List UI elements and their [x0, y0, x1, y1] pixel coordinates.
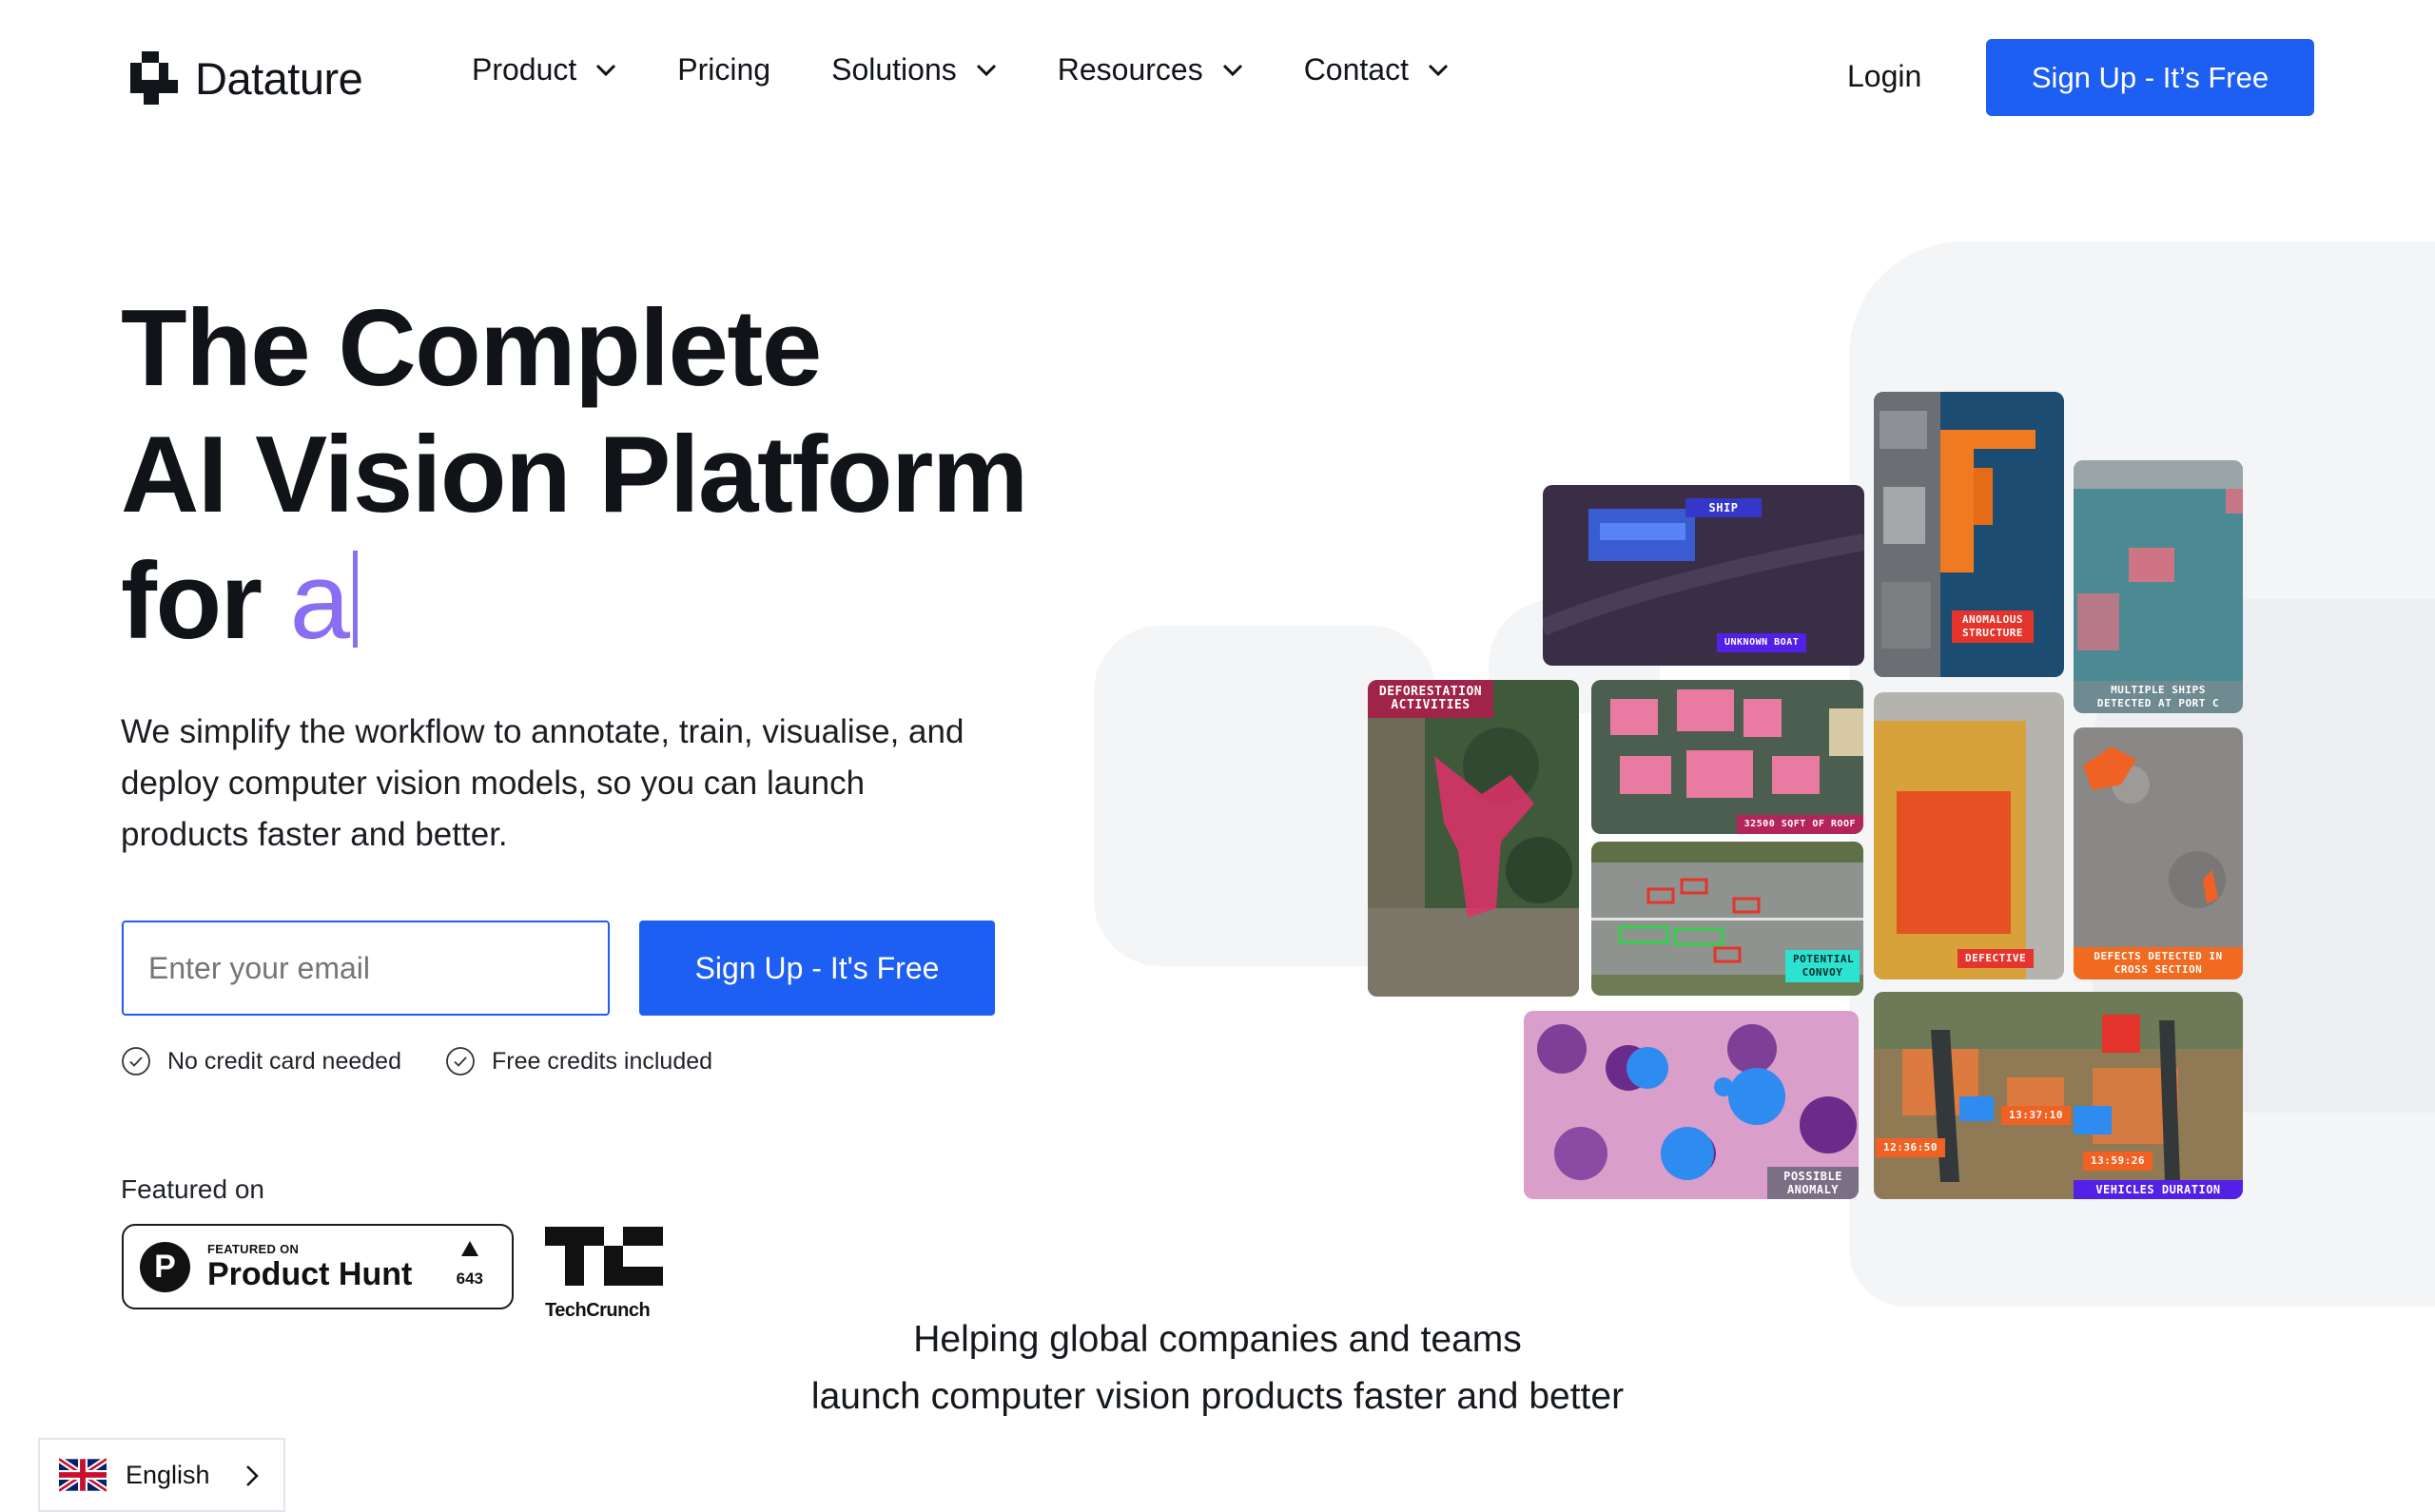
- tile-multiple-ships: MULTIPLE SHIPS DETECTED AT PORT C: [2074, 460, 2243, 713]
- hero-subtitle: We simplify the workflow to annotate, tr…: [121, 713, 964, 853]
- nav-solutions[interactable]: Solutions: [831, 52, 997, 87]
- product-hunt-text: FEATURED ON Product Hunt: [207, 1242, 412, 1292]
- ships-port-image: [2074, 460, 2243, 713]
- hero-title-line-2: AI Vision Platform: [121, 415, 1028, 535]
- chevron-down-icon: [1428, 64, 1449, 76]
- language-selector[interactable]: English: [38, 1438, 285, 1512]
- helping-line-2: launch computer vision products faster a…: [810, 1376, 1625, 1417]
- tactile-paving-image: [1874, 692, 2064, 979]
- helping-text: Helping global companies and teams launc…: [666, 1311, 1769, 1425]
- brand-logo[interactable]: Datature: [121, 48, 363, 108]
- chevron-down-icon: [596, 64, 616, 76]
- vote-count: 643: [456, 1270, 483, 1288]
- hero-signup-button[interactable]: Sign Up - It's Free: [639, 921, 995, 1016]
- typed-text: a: [289, 541, 350, 662]
- nav-contact-label: Contact: [1303, 52, 1409, 87]
- main-nav: Product Pricing Solutions Resources Cont…: [472, 52, 1449, 87]
- nav-contact[interactable]: Contact: [1304, 52, 1449, 87]
- tag-defects-cross-section: DEFECTS DETECTED IN CROSS SECTION: [2074, 947, 2243, 979]
- chevron-down-icon: [976, 64, 996, 76]
- tile-construction: 13:37:10 12:36:50 13:59:26 VEHICLES DURA…: [1874, 992, 2243, 1199]
- tile-ship-detection: SHIP UNKNOWN BOAT: [1543, 485, 1864, 666]
- hero-title-line-3: for a: [121, 538, 1027, 665]
- nav-product[interactable]: Product: [472, 52, 616, 87]
- tag-possible-anomaly: POSSIBLE ANOMALY: [1767, 1167, 1859, 1199]
- hero-title-line-1: The Complete: [121, 288, 822, 409]
- product-hunt-logo-icon: P: [140, 1241, 190, 1292]
- nav-pricing[interactable]: Pricing: [677, 52, 770, 87]
- tag-convoy: POTENTIAL CONVOY: [1785, 950, 1860, 982]
- header-signup-button[interactable]: Sign Up - It’s Free: [1986, 39, 2314, 116]
- check-circle-icon: [446, 1047, 475, 1076]
- chevron-right-icon: [246, 1465, 259, 1486]
- email-input[interactable]: [122, 921, 610, 1016]
- tile-convoy: POTENTIAL CONVOY: [1591, 842, 1863, 996]
- uk-flag-icon: [59, 1456, 107, 1494]
- nav-pricing-label: Pricing: [677, 52, 771, 87]
- tag-anomalous-structure: ANOMALOUS STRUCTURE: [1952, 611, 2034, 643]
- tile-cross-section: DEFECTS DETECTED IN CROSS SECTION: [2074, 727, 2243, 979]
- tag-multiple-ships: MULTIPLE SHIPS DETECTED AT PORT C: [2074, 681, 2243, 713]
- tag-vehicles-duration: VEHICLES DURATION: [2074, 1180, 2243, 1199]
- tag-time-3: 13:59:26: [2083, 1152, 2153, 1171]
- nav-product-label: Product: [472, 52, 577, 87]
- nav-solutions-label: Solutions: [831, 52, 957, 87]
- chevron-down-icon: [1222, 64, 1242, 76]
- product-hunt-name: Product Hunt: [207, 1255, 413, 1292]
- featured-label: Featured on: [121, 1174, 264, 1204]
- tag-roof-area: 32500 SQFT OF ROOF: [1736, 815, 1863, 834]
- upvote-triangle-icon: [460, 1241, 478, 1256]
- language-label: English: [126, 1460, 210, 1489]
- roofs-image: [1591, 680, 1863, 834]
- tile-roof-area: 32500 SQFT OF ROOF: [1591, 680, 1863, 834]
- tag-time-1: 13:37:10: [2001, 1106, 2071, 1125]
- helping-line-1: Helping global companies and teams: [913, 1319, 1522, 1360]
- tile-port-aerial: ANOMALOUS STRUCTURE: [1874, 392, 2064, 677]
- nav-resources-label: Resources: [1057, 52, 1203, 87]
- benefit-free-credits: Free credits included: [445, 1046, 712, 1076]
- product-hunt-featured-on: FEATURED ON: [207, 1241, 300, 1256]
- tag-defective: DEFECTIVE: [1958, 949, 2035, 968]
- login-link[interactable]: Login: [1847, 59, 1921, 94]
- techcrunch-name: TechCrunch: [545, 1300, 651, 1321]
- tile-cells: POSSIBLE ANOMALY: [1524, 1011, 1859, 1199]
- tag-unknown-boat: UNKNOWN BOAT: [1717, 633, 1807, 652]
- hero-title: The Complete AI Vision Platform for a: [121, 285, 1028, 665]
- cross-section-image: [2074, 727, 2243, 979]
- benefit-no-credit-card: No credit card needed: [121, 1046, 401, 1076]
- tag-time-2: 12:36:50: [1876, 1138, 1945, 1157]
- forest-image: [1368, 680, 1579, 997]
- tile-deforestation: DEFORESTATION ACTIVITIES: [1368, 680, 1579, 997]
- tag-deforestation: DEFORESTATION ACTIVITIES: [1368, 680, 1493, 718]
- construction-site-image: [1874, 992, 2243, 1199]
- techcrunch-badge[interactable]: TechCrunch: [545, 1227, 663, 1322]
- benefit-label: Free credits included: [491, 1047, 713, 1075]
- typing-caret: [352, 551, 358, 648]
- benefits-list: No credit card needed Free credits inclu…: [121, 1046, 712, 1076]
- product-hunt-badge[interactable]: P FEATURED ON Product Hunt 643: [122, 1224, 514, 1309]
- datature-logo-icon: [130, 51, 178, 105]
- brand-name: Datature: [195, 52, 363, 104]
- hero-title-for: for: [121, 541, 263, 662]
- check-circle-icon: [122, 1047, 150, 1076]
- benefit-label: No credit card needed: [167, 1047, 401, 1075]
- product-hunt-votes: 643: [457, 1241, 483, 1289]
- nav-resources[interactable]: Resources: [1058, 52, 1243, 87]
- tile-defective: DEFECTIVE: [1874, 692, 2064, 979]
- techcrunch-logo-icon: [545, 1227, 663, 1286]
- tag-ship: SHIP: [1685, 498, 1762, 517]
